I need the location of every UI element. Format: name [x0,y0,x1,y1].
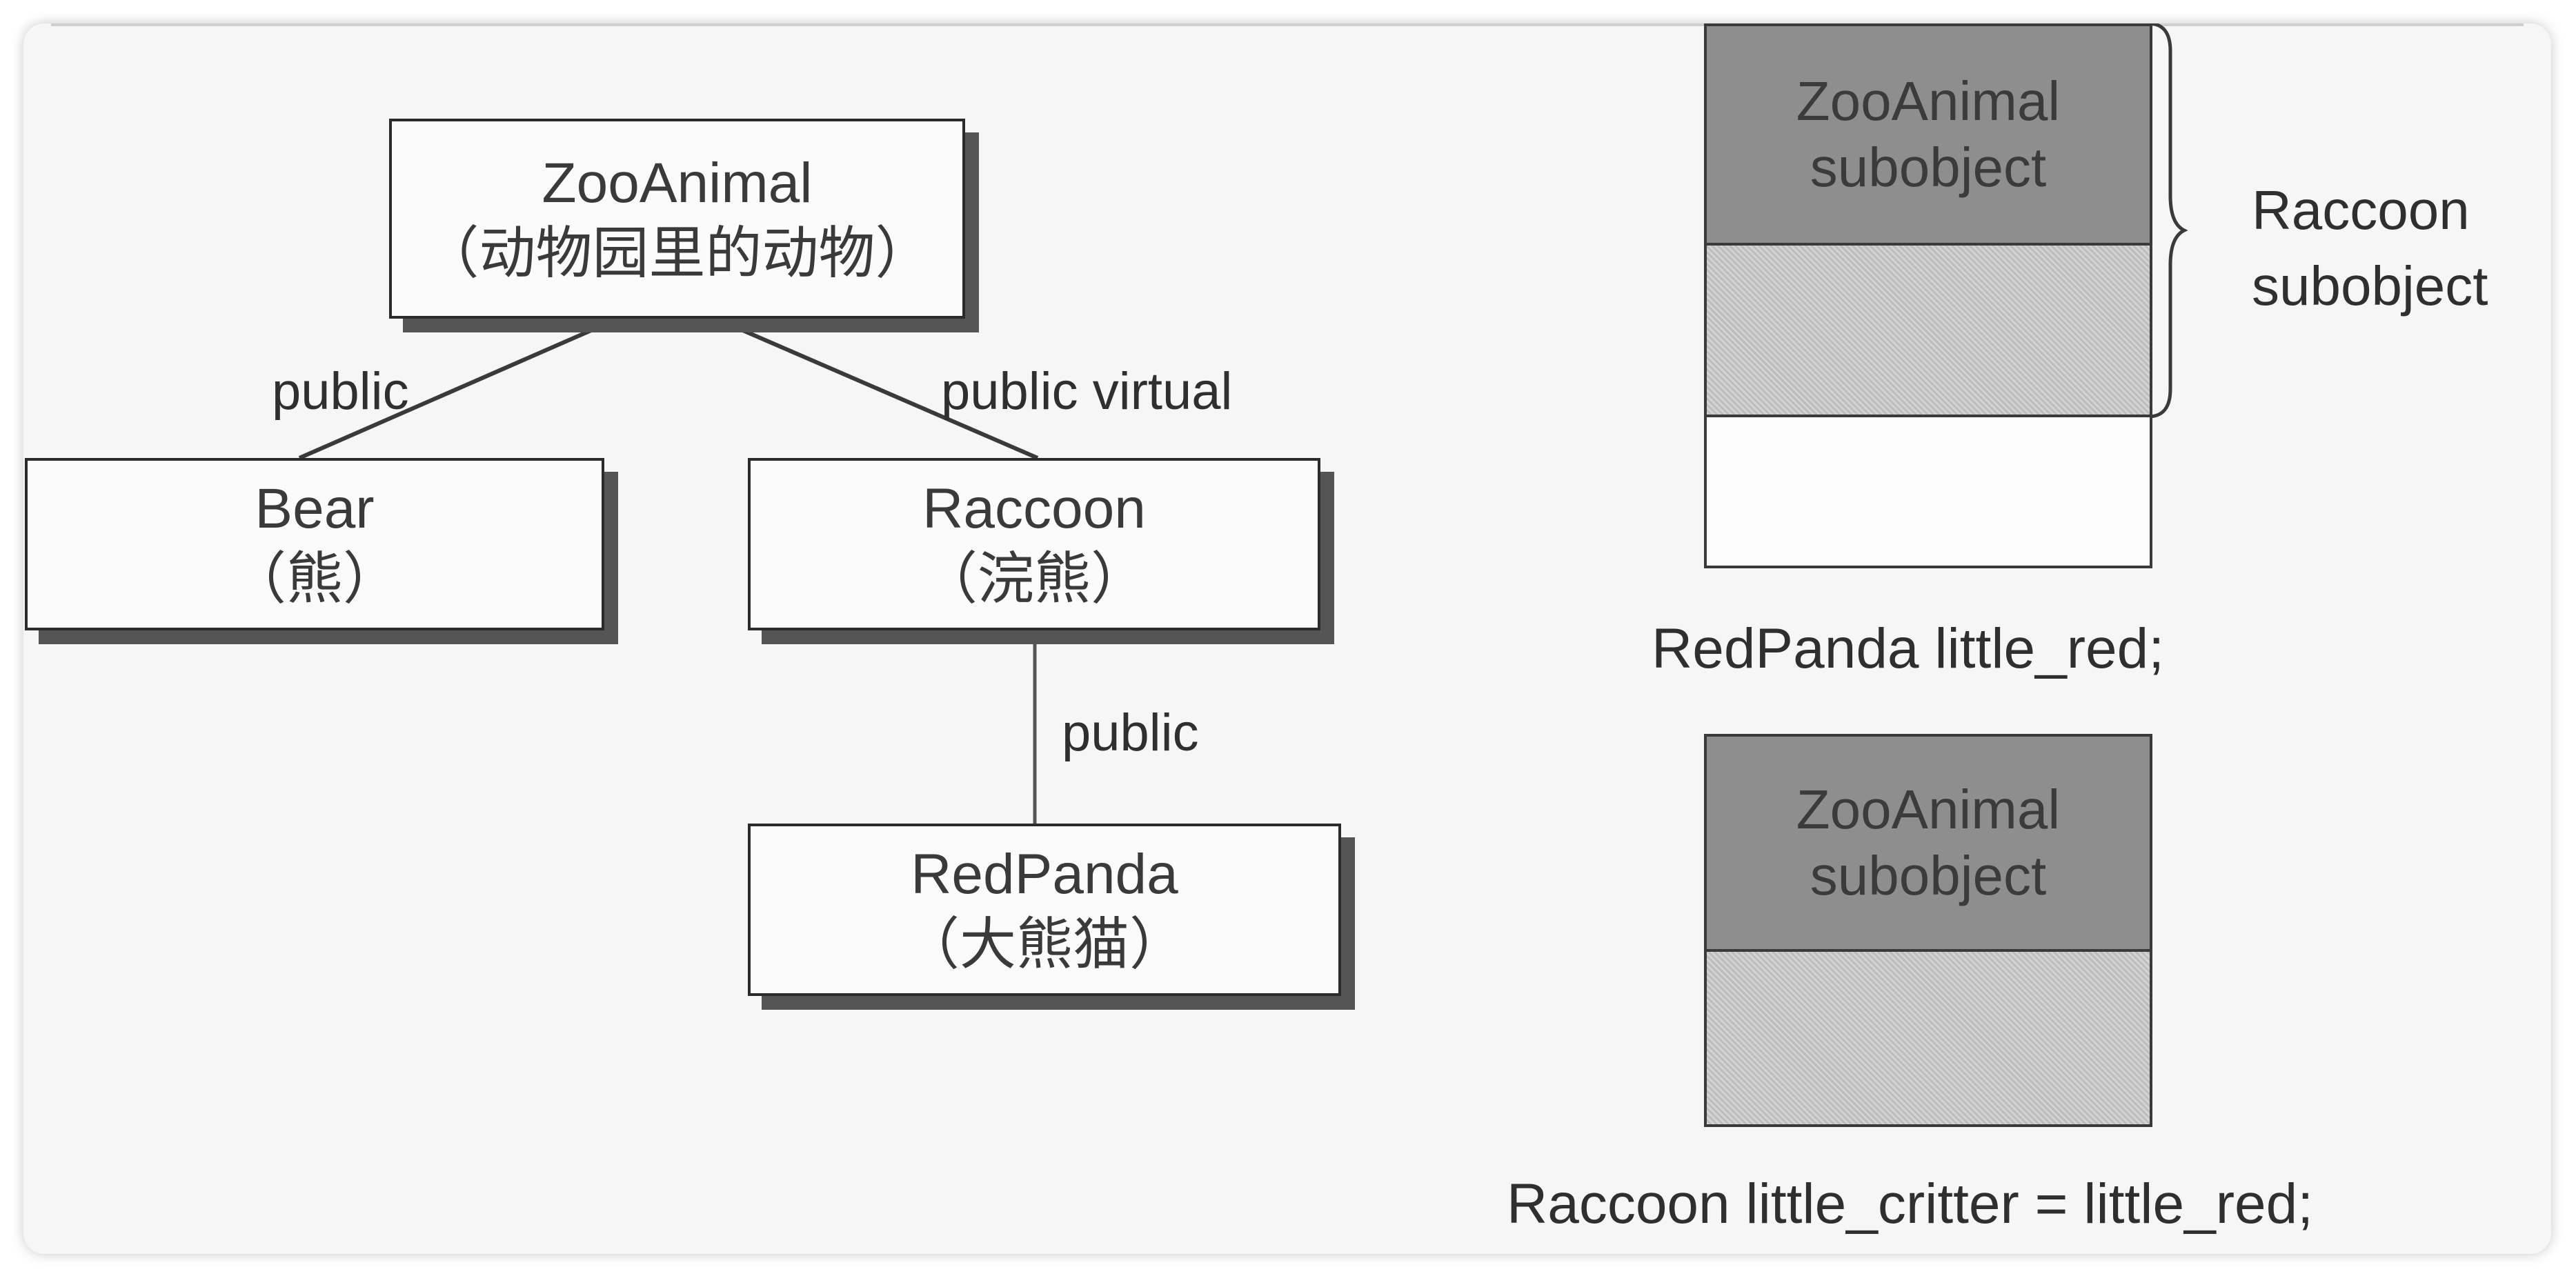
segment-line-2: subobject [1810,845,2047,906]
edge-label-zoo-bear: public [272,362,409,421]
redpanda-raccoon-part [1704,243,2152,417]
redpanda-desc: （大熊猫） [902,912,1186,977]
redpanda-box: RedPanda （大熊猫） [748,824,1341,996]
raccoon-name: Raccoon [922,477,1146,540]
raccoon-zooanimal-subobject: ZooAnimal subobject [1704,734,2152,952]
edge-label-zoo-raccoon: public virtual [941,362,1233,421]
redpanda-own-part [1704,415,2152,568]
zooanimal-desc: （动物园里的动物） [422,221,932,286]
redpanda-caption: RedPanda little_red; [1652,617,2165,680]
segment-line-2: subobject [1810,137,2047,198]
raccoon-box: Raccoon （浣熊） [748,458,1320,630]
bear-desc: （熊） [229,546,399,612]
diagram-frame: ZooAnimal （动物园里的动物） Bear （熊） Raccoon （浣熊… [23,23,2551,1254]
brace-label-line-1: Raccoon [2252,179,2470,241]
zooanimal-box: ZooAnimal （动物园里的动物） [389,119,965,319]
raccoon-caption: Raccoon little_critter = little_red; [1507,1173,2314,1235]
zooanimal-name: ZooAnimal [542,151,813,215]
edge-label-raccoon-redpanda: public [1062,704,1199,762]
raccoon-own-part [1704,949,2152,1127]
brace-label-line-2: subobject [2252,255,2488,317]
bear-box: Bear （熊） [25,458,604,630]
raccoon-brace [2148,23,2188,419]
segment-line-1: ZooAnimal [1796,779,2061,840]
redpanda-zooanimal-subobject: ZooAnimal subobject [1704,23,2152,246]
bear-name: Bear [255,477,375,540]
raccoon-desc: （浣熊） [920,546,1147,612]
redpanda-name: RedPanda [911,842,1178,906]
segment-line-1: ZooAnimal [1796,70,2061,132]
